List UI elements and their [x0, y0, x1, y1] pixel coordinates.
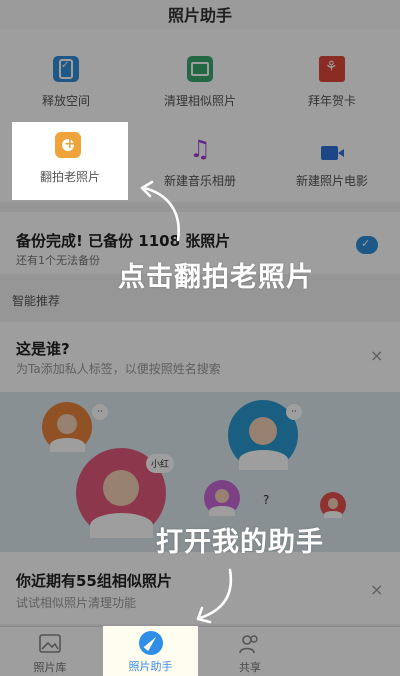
people-icon — [239, 635, 258, 654]
face-tag-xiaohong: 小红 — [146, 454, 175, 473]
camera-plus-icon — [55, 132, 81, 158]
curved-arrow-icon — [140, 180, 180, 242]
header: 照片助手 — [0, 0, 400, 30]
phone-check-icon — [53, 56, 79, 82]
tool-label: 释放空间 — [41, 94, 90, 108]
tool-remake-old-photo[interactable]: 翻拍老照片 — [12, 122, 128, 200]
close-icon[interactable]: × — [370, 346, 383, 365]
tab-label: 共享 — [239, 661, 261, 674]
caption-open-assistant: 打开我的助手 — [156, 527, 324, 558]
bottom-tab-bar: 照片库 共享 — [0, 626, 400, 676]
tab-photo-assistant[interactable]: 照片助手 — [103, 626, 198, 676]
tool-label: 新建照片电影 — [295, 174, 368, 188]
compass-icon — [139, 631, 163, 655]
similar-subtitle: 试试相似照片清理功能 — [16, 596, 137, 610]
face-avatar — [320, 492, 346, 519]
who-title: 这是谁? — [16, 340, 70, 358]
tool-label: 拜年贺卡 — [307, 94, 356, 108]
section-title: 智能推荐 — [12, 294, 61, 308]
greeting-card-icon — [319, 56, 345, 82]
page-title: 照片助手 — [167, 6, 232, 25]
caption-tap-remake: 点击翻拍老照片 — [118, 262, 314, 293]
tool-photo-movie[interactable]: 新建照片电影 — [272, 124, 392, 196]
tool-label: 翻拍老照片 — [39, 170, 100, 184]
photo-icon — [187, 56, 213, 82]
face-tag-dot: ·· — [286, 404, 302, 420]
music-note-icon: ♫ — [189, 135, 211, 163]
tool-greeting-card[interactable]: 拜年贺卡 — [272, 44, 392, 116]
movie-camera-icon — [319, 136, 345, 162]
tool-clean-similar[interactable]: 清理相似照片 — [140, 44, 260, 116]
close-icon[interactable]: × — [370, 580, 383, 599]
tool-label: 清理相似照片 — [163, 94, 236, 108]
face-tag-dot: ·· — [92, 404, 108, 420]
curved-arrow-icon — [196, 568, 233, 624]
tab-label: 照片库 — [33, 661, 67, 674]
photo-assistant-screen: 照片助手 释放空间 清理相似照片 拜年贺卡 ♫ 新建音乐相册 新建照片电影 备份… — [0, 0, 400, 676]
who-card[interactable]: 这是谁? 为Ta添加私人标签，以便按照姓名搜索 × — [0, 322, 400, 392]
tab-label: 照片助手 — [128, 660, 173, 673]
face-avatar — [42, 402, 92, 452]
tab-photo-library[interactable]: 照片库 — [0, 627, 100, 676]
tab-share[interactable]: 共享 — [200, 627, 300, 676]
cloud-check-icon — [356, 236, 378, 254]
question-mark-icon: ? — [263, 493, 270, 507]
backup-subtitle: 还有1个无法备份 — [16, 254, 100, 267]
similar-title: 你近期有55组相似照片 — [16, 572, 172, 590]
backup-title: 备份完成! 已备份 1108 张照片 — [16, 232, 231, 250]
tool-free-space[interactable]: 释放空间 — [6, 44, 126, 116]
gallery-icon — [39, 634, 61, 653]
who-subtitle: 为Ta添加私人标签，以便按照姓名搜索 — [16, 362, 221, 376]
face-avatar — [204, 480, 240, 516]
